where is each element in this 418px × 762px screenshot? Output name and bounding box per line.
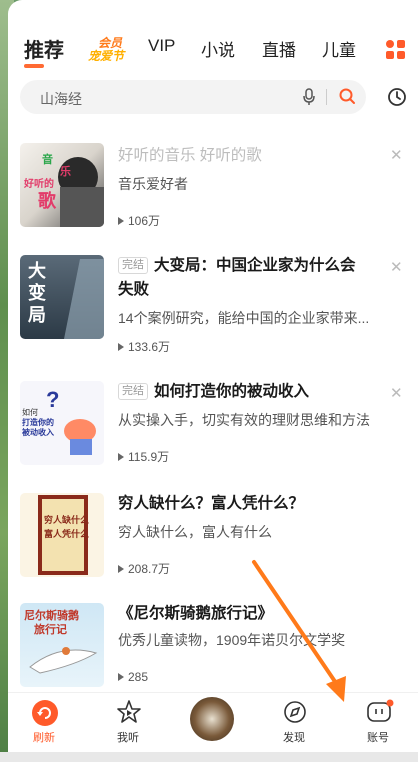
tab-children[interactable]: 儿童 <box>322 36 356 61</box>
item-title[interactable]: 完结 大变局：中国企业家为什么会失败 <box>118 254 370 302</box>
play-count: 115.9万 <box>118 448 169 465</box>
album-cover: 穷人缺什么 富人凭什么 <box>20 493 104 577</box>
system-gesture-bar <box>0 752 418 762</box>
list-item[interactable]: 穷人缺什么 富人凭什么 穷人缺什么？富人凭什么？ 穷人缺什么，富人有什么 208… <box>8 490 418 610</box>
item-title[interactable]: 《尼尔斯骑鹅旅行记》 <box>118 602 370 626</box>
nav-refresh-label: 刷新 <box>33 732 55 744</box>
item-description: 优秀儿童读物，1909年诺贝尔文学奖 <box>118 632 346 648</box>
tab-recommend[interactable]: 推荐 <box>24 34 64 63</box>
cover-title-1: 大 <box>28 260 46 281</box>
nav-discover-label: 发现 <box>283 732 305 744</box>
cover-title-2: 打造你的 <box>22 417 54 427</box>
top-tab-bar: 推荐 会员 宠爱节 VIP 小说 直播 儿童 <box>8 30 418 72</box>
status-badge: 完结 <box>118 257 148 274</box>
play-icon <box>118 343 124 351</box>
album-cover: 大 变 局 <box>20 255 104 339</box>
nav-refresh[interactable]: 刷新 <box>14 693 74 753</box>
item-title[interactable]: 完结 如何打造你的被动收入 <box>118 380 370 404</box>
item-description: 14个案例研究，能给中国的企业家带来... <box>118 310 370 326</box>
cover-art: 大 变 局 <box>28 259 104 339</box>
play-icon <box>118 673 124 681</box>
list-item[interactable]: ? 如何 打造你的 被动收入 完结 如何打造你的被动收入 从实操入手，切实有效的理… <box>8 378 418 498</box>
play-count: 285 <box>118 670 148 684</box>
nav-now-playing[interactable] <box>176 693 236 753</box>
refresh-icon <box>32 700 58 726</box>
compass-icon <box>284 701 306 723</box>
album-cover: ? 如何 打造你的 被动收入 <box>20 381 104 465</box>
tab-novel[interactable]: 小说 <box>201 36 235 61</box>
now-playing-disc <box>190 697 234 741</box>
nav-account-label: 账号 <box>367 732 389 744</box>
star-play-icon <box>117 700 141 723</box>
nav-listen-label: 我听 <box>117 732 139 744</box>
app-window: 推荐 会员 宠爱节 VIP 小说 直播 儿童 山海经 音 乐 好听的 歌 好听的… <box>8 0 418 762</box>
active-tab-indicator <box>24 64 44 68</box>
close-icon[interactable]: ✕ <box>390 384 403 402</box>
play-icon <box>118 565 124 573</box>
search-input[interactable]: 山海经 <box>40 89 82 109</box>
cover-title-2: 乐 <box>60 164 71 178</box>
cover-title-3: 好听的 <box>23 177 54 190</box>
item-description: 从实操入手，切实有效的理财思维和方法 <box>118 412 370 428</box>
cover-title-2: 旅行记 <box>34 622 67 636</box>
nav-account[interactable]: 账号 <box>348 693 408 753</box>
tab-vip[interactable]: VIP <box>148 36 175 56</box>
item-title[interactable]: 穷人缺什么？富人凭什么？ <box>118 492 370 516</box>
status-badge: 完结 <box>118 383 148 400</box>
cover-title-4: 歌 <box>38 190 57 211</box>
cover-art: 音 乐 好听的 歌 <box>23 152 104 227</box>
nav-discover[interactable]: 发现 <box>264 693 324 753</box>
cover-title-1: 音 <box>42 152 53 166</box>
album-cover: 尼尔斯骑鹅 旅行记 <box>20 603 104 687</box>
item-title-text: 如何打造你的被动收入 <box>154 383 310 400</box>
account-icon <box>367 699 394 722</box>
cover-art: ? 如何 打造你的 被动收入 <box>22 387 96 455</box>
cover-title-2: 变 <box>28 282 46 303</box>
list-item[interactable]: 音 乐 好听的 歌 好听的音乐 好听的歌 音乐爱好者 106万 ✕ <box>8 140 418 260</box>
category-grid-icon[interactable] <box>386 40 406 60</box>
cover-title-1: 如何 <box>22 407 38 417</box>
search-bar[interactable]: 山海经 <box>20 80 366 114</box>
close-icon[interactable]: ✕ <box>390 146 403 164</box>
bottom-navigation: 刷新 我听 发现 账号 <box>8 692 418 752</box>
cover-art: 尼尔斯骑鹅 旅行记 <box>24 608 98 674</box>
item-description: 音乐爱好者 <box>118 176 188 192</box>
member-festival-tab[interactable]: 会员 宠爱节 <box>84 34 148 64</box>
play-count: 208.7万 <box>118 560 170 577</box>
cover-art: 穷人缺什么 富人凭什么 <box>38 495 89 575</box>
item-description: 穷人缺什么，富人有什么 <box>118 524 272 540</box>
cover-title-3: 局 <box>28 305 46 325</box>
nav-listen[interactable]: 我听 <box>98 693 158 753</box>
cover-title-3: 被动收入 <box>22 427 54 437</box>
history-clock-icon[interactable] <box>387 87 407 107</box>
play-icon <box>118 217 124 225</box>
play-count: 106万 <box>118 212 160 229</box>
album-cover: 音 乐 好听的 歌 <box>20 143 104 227</box>
search-divider <box>326 89 327 105</box>
search-icon[interactable] <box>338 87 356 105</box>
play-icon <box>118 453 124 461</box>
item-title[interactable]: 好听的音乐 好听的歌 <box>118 144 370 168</box>
item-title-text: 大变局：中国企业家为什么会失败 <box>118 257 356 298</box>
play-count: 133.6万 <box>118 338 170 355</box>
play-count-value: 115.9万 <box>128 450 170 464</box>
cover-title-1: 尼尔斯骑鹅 <box>24 608 79 622</box>
microphone-icon[interactable] <box>302 88 316 106</box>
play-count-value: 208.7万 <box>128 562 171 576</box>
tab-live[interactable]: 直播 <box>262 36 296 61</box>
play-count-value: 133.6万 <box>128 340 171 354</box>
list-item[interactable]: 大 变 局 完结 大变局：中国企业家为什么会失败 14个案例研究，能给中国的企业家… <box>8 252 418 372</box>
play-count-value: 285 <box>128 670 149 684</box>
cover-title-2: 富人凭什么 <box>44 528 89 539</box>
close-icon[interactable]: ✕ <box>390 258 403 276</box>
svg-text:?: ? <box>46 387 59 412</box>
play-count-value: 106万 <box>128 214 161 228</box>
cover-title-1: 穷人缺什么 <box>44 514 89 525</box>
festival-line2: 宠爱节 <box>88 49 125 63</box>
